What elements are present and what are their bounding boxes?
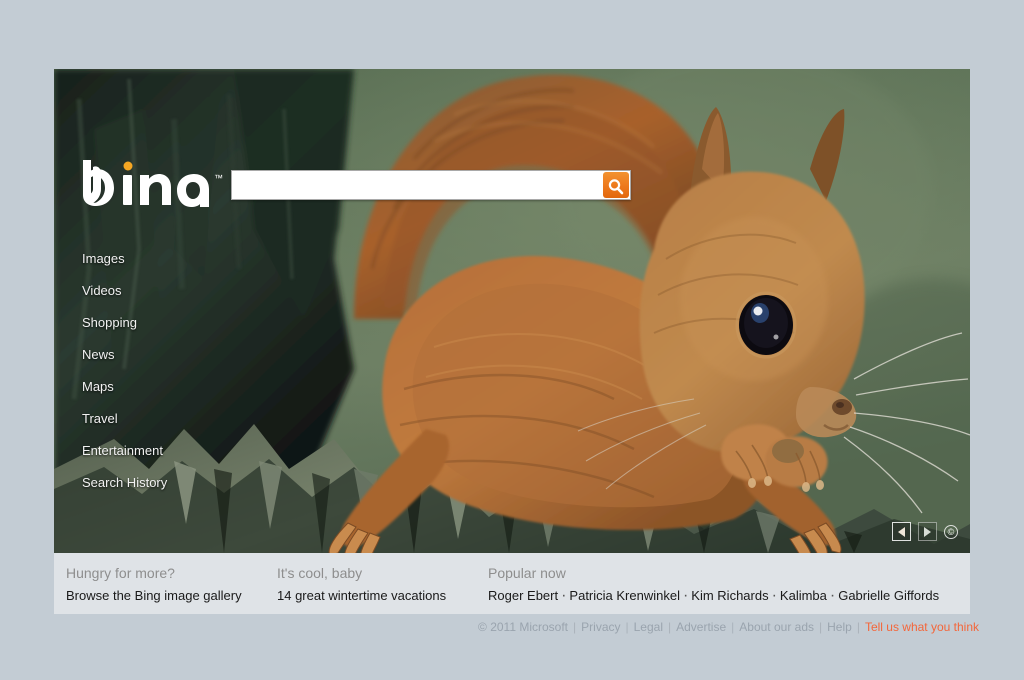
- vertical-nav: Images Videos Shopping News Maps Travel …: [82, 252, 232, 508]
- bing-homepage: ™ Images Videos Shopping News Maps Trave…: [54, 69, 970, 614]
- info-column-vacations: It's cool, baby 14 great wintertime vaca…: [277, 565, 446, 605]
- popular-separator: ·: [682, 587, 689, 604]
- footer: © 2011 Microsoft | Privacy | Legal | Advertise…: [0, 620, 1024, 634]
- info-heading: Hungry for more?: [66, 565, 175, 581]
- info-column-popular-now: Popular now Roger Ebert · Patricia Krenwin…: [488, 565, 939, 605]
- info-link-wintertime-vacations[interactable]: 14 great wintertime vacations: [277, 588, 446, 603]
- nav-item-travel[interactable]: Travel: [82, 412, 118, 425]
- popular-item-5[interactable]: Gabrielle Giffords: [838, 588, 939, 603]
- nav-item-search-history[interactable]: Search History: [82, 476, 167, 489]
- info-column-gallery: Hungry for more? Browse the Bing image g…: [66, 565, 242, 605]
- previous-image-button[interactable]: [892, 522, 911, 541]
- search-input[interactable]: [232, 171, 600, 199]
- popular-separator: ·: [829, 587, 836, 604]
- nav-item-entertainment[interactable]: Entertainment: [82, 444, 163, 457]
- footer-link-legal[interactable]: Legal: [634, 620, 663, 634]
- info-link-image-gallery[interactable]: Browse the Bing image gallery: [66, 588, 242, 603]
- next-image-button[interactable]: [918, 522, 937, 541]
- footer-separator: |: [625, 620, 629, 634]
- nav-item-videos[interactable]: Videos: [82, 284, 122, 297]
- trademark-symbol: ™: [214, 173, 223, 183]
- hero-image-region[interactable]: ™ Images Videos Shopping News Maps Trave…: [54, 69, 970, 553]
- chevron-left-icon: [898, 526, 905, 537]
- footer-link-feedback[interactable]: Tell us what you think: [865, 620, 979, 634]
- popular-now-list: Roger Ebert · Patricia Krenwinkel · Kim Rich…: [488, 587, 939, 605]
- footer-link-about-our-ads[interactable]: About our ads: [739, 620, 814, 634]
- popular-separator: ·: [771, 587, 777, 604]
- info-bar: Hungry for more? Browse the Bing image g…: [54, 553, 970, 614]
- search-box[interactable]: [231, 170, 631, 200]
- nav-item-shopping[interactable]: Shopping: [82, 316, 137, 329]
- info-heading: It's cool, baby: [277, 565, 363, 581]
- copyright-text: © 2011 Microsoft: [478, 620, 569, 634]
- popular-item-4[interactable]: Kalimba: [780, 588, 827, 603]
- footer-separator: |: [573, 620, 577, 634]
- popular-item-1[interactable]: Roger Ebert: [488, 588, 558, 603]
- footer-link-advertise[interactable]: Advertise: [676, 620, 726, 634]
- popular-separator: ·: [561, 587, 567, 604]
- search-button[interactable]: [603, 172, 629, 198]
- copyright-info-icon[interactable]: ©: [944, 524, 958, 539]
- popular-item-3[interactable]: Kim Richards: [691, 588, 768, 603]
- nav-item-images[interactable]: Images: [82, 252, 125, 265]
- popular-item-2[interactable]: Patricia Krenwinkel: [569, 588, 680, 603]
- footer-separator: |: [668, 620, 672, 634]
- footer-link-help[interactable]: Help: [827, 620, 852, 634]
- footer-separator: |: [731, 620, 735, 634]
- popular-now-heading: Popular now: [488, 565, 566, 581]
- footer-link-privacy[interactable]: Privacy: [581, 620, 620, 634]
- chevron-right-icon: [924, 526, 931, 537]
- nav-item-maps[interactable]: Maps: [82, 380, 114, 393]
- nav-item-news[interactable]: News: [82, 348, 115, 361]
- magnifier-icon: [608, 178, 624, 194]
- footer-separator: |: [856, 620, 860, 634]
- footer-separator: |: [819, 620, 823, 634]
- image-navigation-controls: ©: [892, 522, 958, 541]
